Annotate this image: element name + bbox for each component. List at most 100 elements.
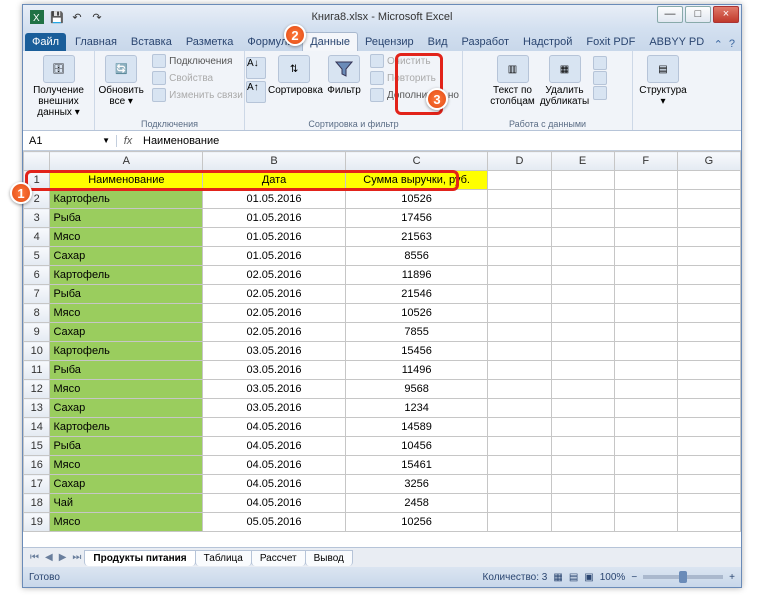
- cell[interactable]: [614, 190, 677, 209]
- zoom-level[interactable]: 100%: [600, 572, 626, 583]
- row-header[interactable]: 12: [24, 380, 50, 399]
- outline-button[interactable]: ▤ Структура ▾: [636, 53, 690, 107]
- view-normal-icon[interactable]: ▦: [553, 572, 562, 583]
- cell[interactable]: [677, 190, 740, 209]
- cell[interactable]: [551, 190, 614, 209]
- cell[interactable]: Картофель: [50, 266, 203, 285]
- sheet-nav-next-icon[interactable]: ▶: [56, 552, 70, 563]
- zoom-out-icon[interactable]: −: [631, 572, 637, 583]
- cell[interactable]: 04.05.2016: [203, 494, 346, 513]
- row-header[interactable]: 15: [24, 437, 50, 456]
- help-icon[interactable]: ?: [729, 38, 735, 51]
- cell[interactable]: [614, 304, 677, 323]
- chevron-down-icon[interactable]: ▼: [102, 136, 110, 145]
- cell[interactable]: [551, 380, 614, 399]
- sheet-nav-prev-icon[interactable]: ◀: [42, 552, 56, 563]
- cell[interactable]: [551, 247, 614, 266]
- cell[interactable]: 14589: [345, 418, 488, 437]
- cell[interactable]: Картофель: [50, 190, 203, 209]
- cell[interactable]: 01.05.2016: [203, 190, 346, 209]
- edit-links-button[interactable]: Изменить связи: [150, 87, 245, 103]
- cell[interactable]: 10256: [345, 513, 488, 532]
- cell[interactable]: [488, 190, 551, 209]
- row-header[interactable]: 18: [24, 494, 50, 513]
- cell[interactable]: [488, 418, 551, 437]
- remove-duplicates-button[interactable]: ▦ Удалить дубликаты: [539, 53, 591, 107]
- cell[interactable]: [488, 171, 551, 190]
- sheet-nav-last-icon[interactable]: ⏭: [69, 552, 84, 563]
- cell[interactable]: [614, 437, 677, 456]
- get-external-data-button[interactable]: 🗄 Получение внешних данных ▾: [32, 53, 86, 118]
- formula-input[interactable]: Наименование: [139, 135, 741, 147]
- cell[interactable]: [488, 304, 551, 323]
- cell[interactable]: [488, 247, 551, 266]
- cell[interactable]: Чай: [50, 494, 203, 513]
- row-header[interactable]: 9: [24, 323, 50, 342]
- cell[interactable]: 02.05.2016: [203, 323, 346, 342]
- tab-insert[interactable]: Вставка: [124, 33, 179, 51]
- sort-asc-icon[interactable]: A↓: [246, 57, 266, 79]
- cell[interactable]: [614, 266, 677, 285]
- sheet-tab[interactable]: Рассчет: [251, 550, 306, 566]
- save-icon[interactable]: 💾: [49, 9, 65, 25]
- reapply-button[interactable]: Повторить: [368, 70, 461, 86]
- cell[interactable]: [614, 494, 677, 513]
- cell[interactable]: [614, 228, 677, 247]
- cell[interactable]: 10456: [345, 437, 488, 456]
- col-header[interactable]: E: [551, 152, 614, 171]
- cell[interactable]: Мясо: [50, 380, 203, 399]
- cell[interactable]: 3256: [345, 475, 488, 494]
- cell[interactable]: [551, 418, 614, 437]
- tab-data[interactable]: Данные: [302, 32, 358, 51]
- cell[interactable]: [551, 494, 614, 513]
- tab-file[interactable]: Файл: [25, 33, 66, 51]
- row-header[interactable]: 19: [24, 513, 50, 532]
- cell[interactable]: [488, 209, 551, 228]
- cell[interactable]: Рыба: [50, 437, 203, 456]
- row-header[interactable]: 10: [24, 342, 50, 361]
- sheet-tab[interactable]: Вывод: [305, 550, 353, 566]
- cell[interactable]: [614, 323, 677, 342]
- cell[interactable]: 01.05.2016: [203, 209, 346, 228]
- cell[interactable]: [677, 399, 740, 418]
- row-header[interactable]: 16: [24, 456, 50, 475]
- cell[interactable]: [488, 323, 551, 342]
- sheet-tab[interactable]: Таблица: [195, 550, 252, 566]
- cell[interactable]: [614, 399, 677, 418]
- cell[interactable]: 7855: [345, 323, 488, 342]
- cell[interactable]: 15461: [345, 456, 488, 475]
- cell[interactable]: [614, 513, 677, 532]
- zoom-in-icon[interactable]: +: [729, 572, 735, 583]
- cell[interactable]: 21563: [345, 228, 488, 247]
- cell[interactable]: [551, 513, 614, 532]
- select-all[interactable]: [24, 152, 50, 171]
- cell[interactable]: [677, 209, 740, 228]
- cell[interactable]: 10526: [345, 190, 488, 209]
- cell[interactable]: [677, 342, 740, 361]
- cell[interactable]: [488, 437, 551, 456]
- cell[interactable]: [614, 418, 677, 437]
- cell[interactable]: 03.05.2016: [203, 380, 346, 399]
- cell[interactable]: 05.05.2016: [203, 513, 346, 532]
- cell[interactable]: 04.05.2016: [203, 475, 346, 494]
- cell[interactable]: 10526: [345, 304, 488, 323]
- name-box[interactable]: A1▼: [23, 135, 117, 147]
- cell[interactable]: Картофель: [50, 342, 203, 361]
- cell[interactable]: [677, 171, 740, 190]
- cell[interactable]: [551, 209, 614, 228]
- filter-button[interactable]: Фильтр: [322, 53, 366, 96]
- undo-icon[interactable]: ↶: [69, 9, 85, 25]
- sheet-area[interactable]: A B C D E F G 1 Наименование Дата Сумма …: [23, 151, 741, 547]
- close-button[interactable]: ×: [713, 6, 739, 23]
- cell[interactable]: [488, 228, 551, 247]
- cell[interactable]: Сахар: [50, 399, 203, 418]
- cell[interactable]: [614, 285, 677, 304]
- cell[interactable]: [551, 456, 614, 475]
- maximize-button[interactable]: □: [685, 6, 711, 23]
- cell[interactable]: [488, 266, 551, 285]
- cell[interactable]: 11896: [345, 266, 488, 285]
- cell[interactable]: 15456: [345, 342, 488, 361]
- cell[interactable]: [551, 475, 614, 494]
- cell[interactable]: [677, 228, 740, 247]
- cell[interactable]: 03.05.2016: [203, 361, 346, 380]
